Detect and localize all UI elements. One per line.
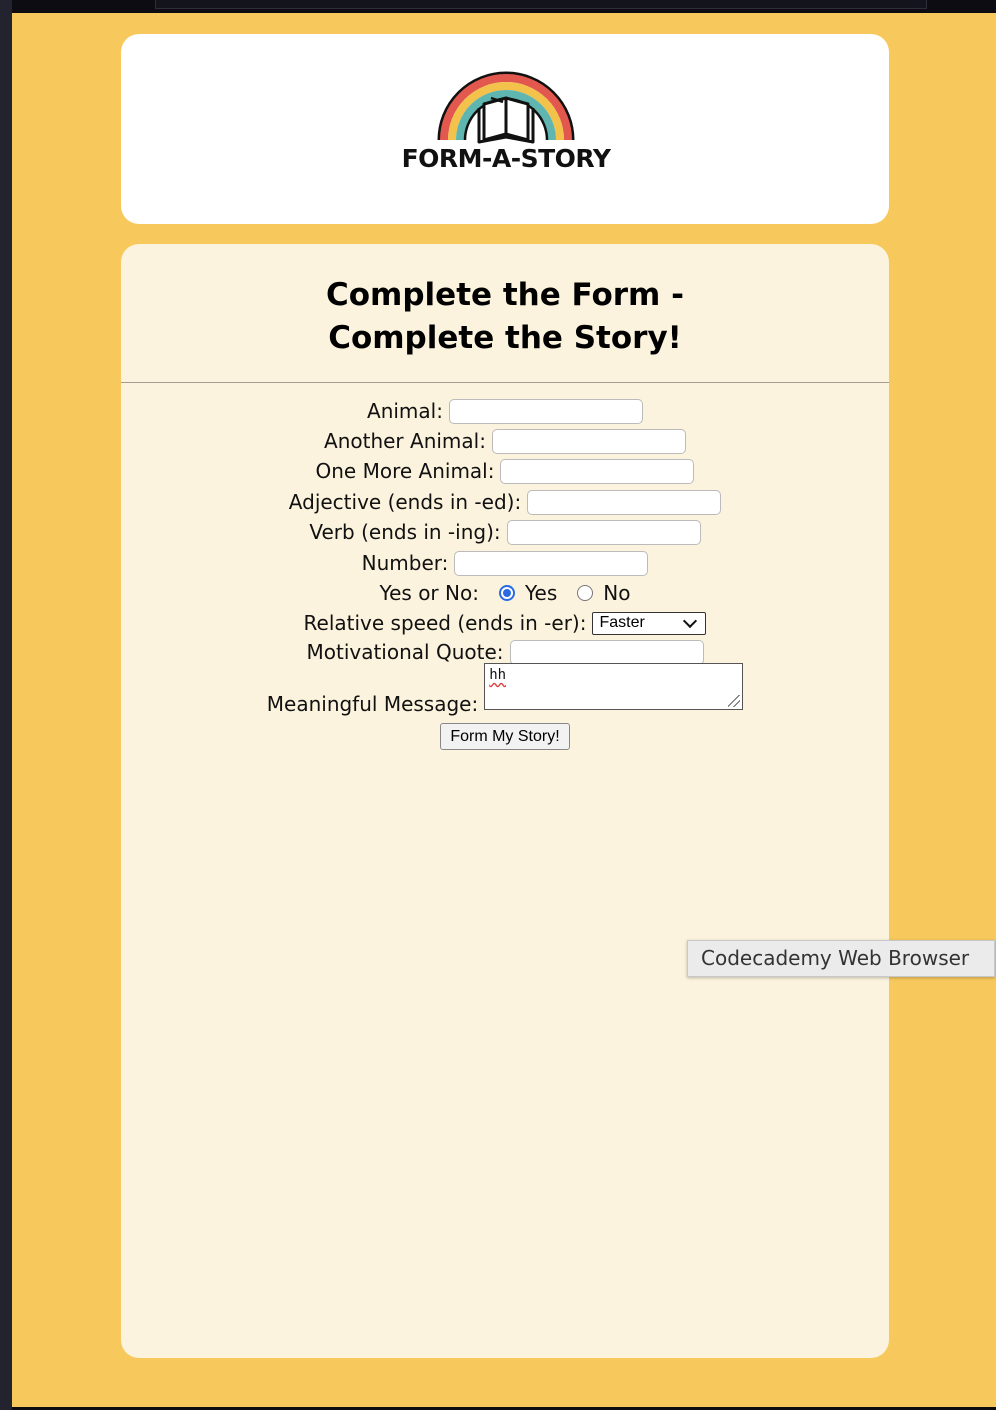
window-left-edge — [0, 0, 12, 1410]
field-yes-no: Yes or No: Yes No — [121, 578, 889, 608]
yes-no-label: Yes or No: — [379, 581, 479, 605]
field-verb: Verb (ends in -ing): — [121, 517, 889, 547]
divider — [121, 382, 889, 383]
submit-row: Form My Story! — [121, 723, 889, 750]
number-input[interactable] — [454, 550, 649, 576]
title-line-1: Complete the Form - — [326, 277, 684, 313]
number-label: Number: — [361, 551, 449, 575]
meaningful-message-value: hh — [489, 667, 507, 683]
field-another-animal: Another Animal: — [121, 426, 889, 456]
motivational-quote-input[interactable] — [509, 639, 704, 665]
field-adjective: Adjective (ends in -ed): — [121, 487, 889, 517]
yes-radio-label: Yes — [524, 581, 558, 605]
meaningful-message-textarea[interactable]: hh — [484, 663, 744, 710]
address-bar[interactable] — [155, 0, 927, 9]
another-animal-input[interactable] — [491, 428, 686, 454]
logo-wordmark: FORM-A-STORY — [401, 144, 611, 173]
motivational-quote-label: Motivational Quote: — [306, 640, 504, 664]
animal-label: Animal: — [367, 399, 443, 423]
no-radio-label: No — [603, 581, 631, 605]
chevron-down-icon — [683, 613, 698, 628]
yes-radio[interactable] — [498, 585, 515, 601]
verb-input[interactable] — [506, 519, 701, 545]
story-form: Complete the Form - Complete the Story! … — [121, 244, 889, 1358]
adjective-input[interactable] — [527, 489, 722, 515]
relative-speed-value: Faster — [599, 614, 645, 631]
field-number: Number: — [121, 548, 889, 578]
field-one-more-animal: One More Animal: — [121, 456, 889, 486]
verb-label: Verb (ends in -ing): — [309, 520, 501, 544]
one-more-animal-input[interactable] — [500, 458, 695, 484]
relative-speed-select[interactable]: Faster — [592, 611, 707, 635]
relative-speed-label: Relative speed (ends in -er): — [303, 611, 587, 635]
rainbow-book-icon — [437, 71, 575, 144]
page-viewport: FORM-A-STORY Complete the Form - Complet… — [12, 13, 996, 1407]
meaningful-message-label: Meaningful Message: — [266, 692, 479, 716]
form-my-story-button[interactable]: Form My Story! — [440, 723, 570, 750]
field-meaningful-message: Meaningful Message: hh — [121, 663, 889, 716]
resize-handle-icon[interactable] — [728, 695, 741, 707]
browser-tooltip: Codecademy Web Browser — [687, 940, 995, 977]
adjective-label: Adjective (ends in -ed): — [288, 490, 522, 514]
no-radio[interactable] — [577, 585, 594, 601]
one-more-animal-label: One More Animal: — [315, 459, 495, 483]
form-a-story-logo: FORM-A-STORY — [391, 64, 621, 179]
header-card: FORM-A-STORY — [121, 34, 889, 224]
title-line-2: Complete the Story! — [328, 320, 682, 356]
field-animal: Animal: — [121, 396, 889, 426]
browser-top-bar — [12, 0, 996, 13]
animal-input[interactable] — [448, 398, 643, 424]
field-relative-speed: Relative speed (ends in -er): Faster — [121, 608, 889, 638]
page-title: Complete the Form - Complete the Story! — [121, 274, 889, 360]
another-animal-label: Another Animal: — [324, 429, 486, 453]
